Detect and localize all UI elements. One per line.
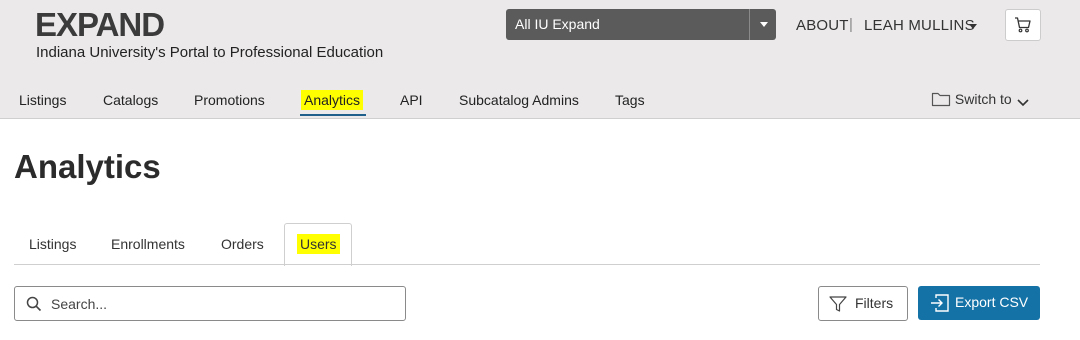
- tab-listings[interactable]: Listings: [29, 236, 76, 252]
- caret-down-icon[interactable]: [969, 24, 977, 29]
- folder-icon: [931, 92, 951, 107]
- top-header: EXPAND Indiana University's Portal to Pr…: [0, 0, 1080, 119]
- page-title: Analytics: [14, 148, 161, 185]
- tab-orders[interactable]: Orders: [221, 236, 264, 252]
- tab-users[interactable]: Users: [297, 234, 340, 254]
- search-input[interactable]: [49, 293, 393, 315]
- header-separator: |: [849, 16, 853, 33]
- nav-listings[interactable]: Listings: [19, 92, 66, 108]
- search-icon: [26, 296, 42, 312]
- export-csv-label: Export CSV: [955, 294, 1029, 310]
- nav-analytics-label: Analytics: [301, 90, 364, 110]
- nav-subcatalog-admins[interactable]: Subcatalog Admins: [459, 92, 579, 108]
- tabs-divider: [14, 264, 1040, 265]
- tab-users-label: Users: [297, 234, 340, 254]
- about-link[interactable]: ABOUT: [796, 17, 849, 34]
- tab-enrollments[interactable]: Enrollments: [111, 236, 185, 252]
- export-csv-button[interactable]: Export CSV: [918, 286, 1040, 320]
- chevron-down-icon: [1017, 99, 1029, 107]
- active-nav-indicator: [300, 114, 366, 116]
- logo[interactable]: EXPAND: [35, 6, 165, 44]
- export-icon: [931, 294, 949, 312]
- catalog-scope-select[interactable]: All IU Expand: [506, 9, 776, 40]
- cart-icon: [1015, 17, 1031, 33]
- switch-to-button[interactable]: Switch to: [931, 91, 1030, 107]
- filters-label: Filters: [855, 295, 894, 311]
- nav-analytics[interactable]: Analytics: [301, 90, 364, 110]
- chevron-down-icon[interactable]: [760, 22, 768, 27]
- catalog-scope-value: All IU Expand: [515, 16, 600, 32]
- filter-icon: [829, 296, 847, 312]
- user-menu[interactable]: LEAH MULLINS: [864, 17, 975, 34]
- tagline: Indiana University's Portal to Professio…: [36, 44, 384, 61]
- filters-button[interactable]: Filters: [818, 286, 908, 321]
- nav-api[interactable]: API: [400, 92, 423, 108]
- nav-tags[interactable]: Tags: [615, 92, 645, 108]
- nav-promotions[interactable]: Promotions: [194, 92, 265, 108]
- search-box[interactable]: [14, 286, 406, 321]
- select-divider: [749, 9, 750, 40]
- switch-to-label: Switch to: [954, 91, 1012, 107]
- nav-catalogs[interactable]: Catalogs: [103, 92, 158, 108]
- cart-button[interactable]: [1005, 9, 1041, 41]
